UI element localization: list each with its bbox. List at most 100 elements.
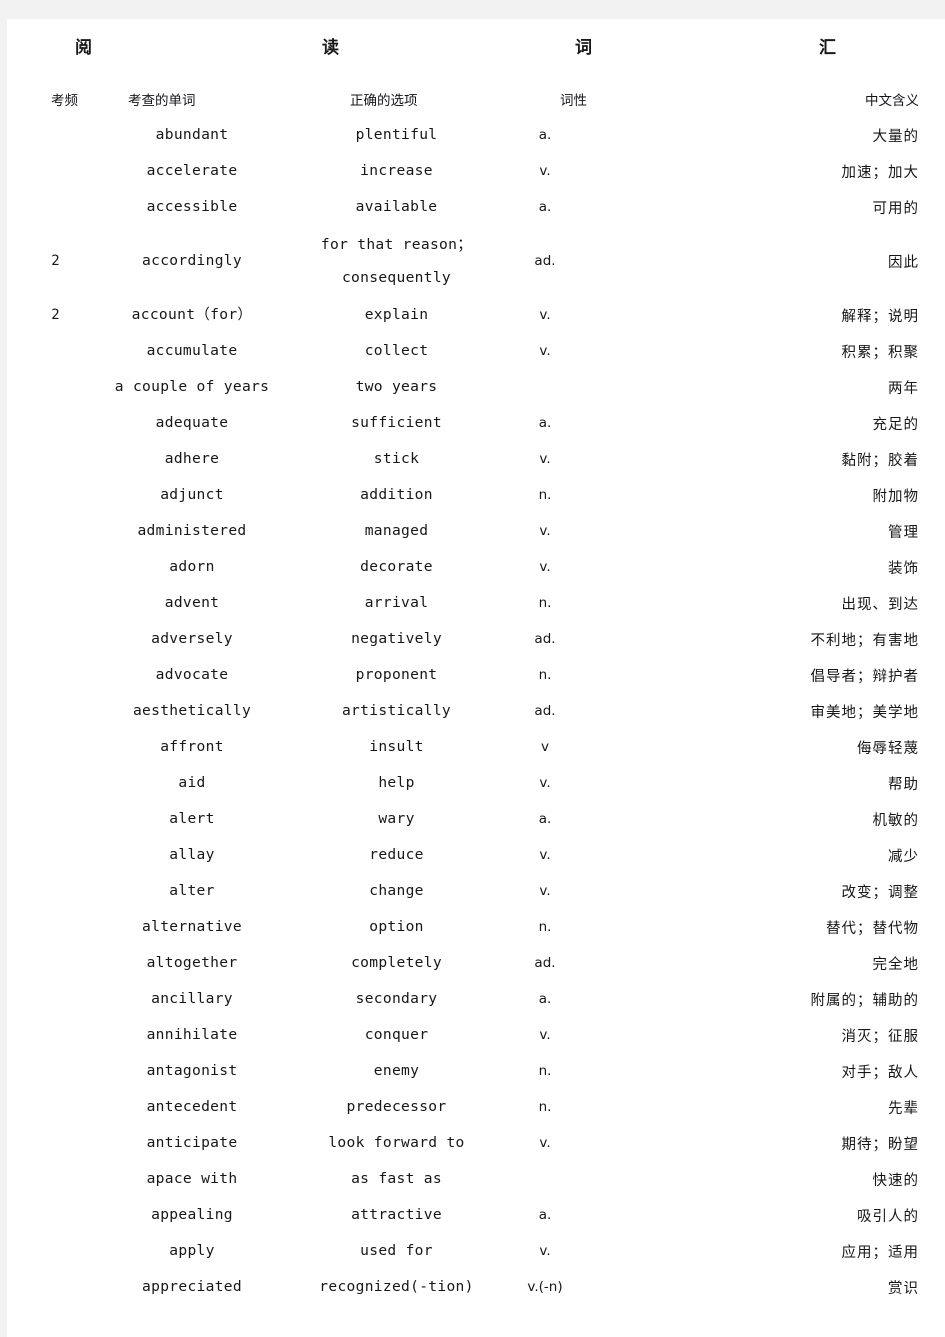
cell-frequency [7,333,90,369]
column-header-meaning: 中文含义 [865,93,919,109]
cell-word: accelerate [146,162,238,179]
cell-frequency [7,1197,90,1233]
vocabulary-table-body: 考频 考查的单词 正确的选项 词性 中文含义 abundant plentiful… [7,81,945,1305]
cell-option: negatively [351,630,442,647]
cell-part-of-speech: v [541,739,549,755]
cell-part-of-speech [499,1161,639,1197]
cell-frequency [7,1161,90,1197]
cell-meaning: 机敏的 [872,812,919,829]
document-page: 阅 读 词 汇 考频 考查的单词 正确的选项 词性 中文含义 abundant p… [7,19,945,1337]
cell-frequency [7,1125,90,1161]
table-row: alter change v. 改变；调整 [7,873,945,909]
page-title: 阅 读 词 汇 [7,19,945,81]
cell-meaning: 改变；调整 [841,884,919,901]
cell-meaning: 积累；积聚 [841,344,919,361]
cell-part-of-speech: v. [539,523,551,539]
cell-word: apply [169,1242,215,1259]
cell-meaning: 附属的；辅助的 [810,992,919,1009]
cell-frequency [7,117,90,153]
table-row: antagonist enemy n. 对手；敌人 [7,1053,945,1089]
cell-word: anticipate [146,1134,238,1151]
cell-meaning: 帮助 [888,776,919,793]
cell-frequency [7,1269,90,1305]
cell-option: plentiful [355,126,438,143]
cell-option: help [378,774,415,791]
cell-part-of-speech: a. [538,1207,552,1223]
cell-meaning: 大量的 [872,128,919,145]
cell-frequency [7,441,90,477]
cell-part-of-speech: v. [539,1135,551,1151]
cell-word: a couple of years [114,378,270,395]
table-row: aesthetically artistically ad. 审美地；美学地 [7,693,945,729]
cell-option: artistically [341,702,452,719]
table-row: alert wary a. 机敏的 [7,801,945,837]
cell-option: recognized(-tion) [319,1278,474,1295]
cell-part-of-speech: a. [538,199,552,215]
vocabulary-table: 考频 考查的单词 正确的选项 词性 中文含义 abundant plentiful… [7,81,945,1305]
cell-part-of-speech: ad. [534,631,556,647]
table-header-row: 考频 考查的单词 正确的选项 词性 中文含义 [7,81,945,117]
cell-meaning: 替代；替代物 [826,920,919,937]
table-row: antecedent predecessor n. 先辈 [7,1089,945,1125]
cell-option: managed [364,522,429,539]
cell-meaning: 消灭；征服 [841,1028,919,1045]
cell-part-of-speech: v. [539,559,551,575]
cell-word: administered [137,522,247,539]
cell-word: alert [169,810,215,827]
cell-frequency [7,1089,90,1125]
cell-part-of-speech: n. [538,595,552,611]
cell-word: appreciated [142,1278,242,1295]
cell-word: adorn [169,558,215,575]
column-header-pos: 词性 [560,93,587,109]
cell-option: enemy [373,1062,420,1079]
cell-meaning: 不利地；有害地 [810,632,919,649]
column-header-frequency: 考频 [51,93,78,109]
cell-frequency [7,909,90,945]
cell-frequency [7,1017,90,1053]
cell-word: affront [160,738,224,755]
cell-part-of-speech: n. [538,1063,552,1079]
cell-word: ancillary [151,990,233,1007]
cell-word: alternative [142,918,242,935]
cell-option: addition [360,486,433,503]
cell-meaning: 黏附；胶着 [841,452,919,469]
cell-part-of-speech: ad. [534,703,556,719]
cell-word: appealing [151,1206,233,1223]
cell-option: as fast as [351,1170,442,1187]
cell-word: accumulate [146,342,238,359]
cell-part-of-speech: v. [539,1027,551,1043]
cell-word: adequate [155,414,229,431]
cell-option: for that reason；consequently [320,236,473,286]
table-row: appealing attractive a. 吸引人的 [7,1197,945,1233]
cell-meaning: 先辈 [888,1100,919,1117]
table-row: allay reduce v. 减少 [7,837,945,873]
cell-option: stick [373,450,420,467]
table-row: adequate sufficient a. 充足的 [7,405,945,441]
cell-part-of-speech: ad. [534,955,556,971]
cell-frequency [7,837,90,873]
cell-word: altogether [146,954,238,971]
cell-meaning: 出现、到达 [841,596,919,613]
cell-frequency [7,549,90,585]
cell-frequency [7,729,90,765]
table-row: appreciated recognized(-tion) v.(-n) 赏识 [7,1269,945,1305]
cell-meaning: 赏识 [888,1280,919,1297]
cell-word: allay [169,846,215,863]
table-row: adjunct addition n. 附加物 [7,477,945,513]
cell-meaning: 侮辱轻蔑 [857,740,919,757]
table-row: administered managed v. 管理 [7,513,945,549]
cell-frequency: 2 [51,307,60,323]
cell-word: advent [164,594,220,611]
title-char-1: 阅 [75,38,92,58]
table-row: a couple of years two years 两年 [7,369,945,405]
table-row: adorn decorate v. 装饰 [7,549,945,585]
cell-frequency [7,153,90,189]
cell-part-of-speech: v. [539,1243,551,1259]
cell-word: abundant [155,126,229,143]
cell-meaning: 附加物 [872,488,919,505]
cell-part-of-speech: n. [538,919,552,935]
cell-frequency [7,513,90,549]
cell-part-of-speech [499,369,639,405]
cell-option: reduce [369,846,424,863]
cell-frequency [7,189,90,225]
